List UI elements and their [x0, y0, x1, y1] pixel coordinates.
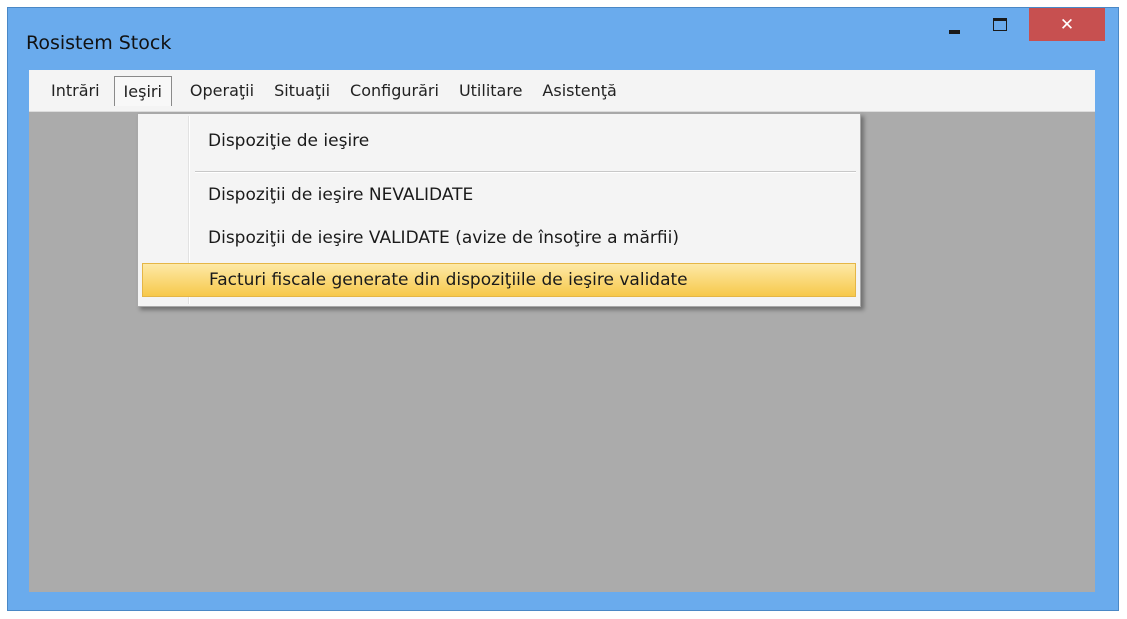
menu-configurari[interactable]: Configurări: [340, 75, 449, 106]
iesiri-dropdown-menu: Dispoziţie de ieşire Dispoziţii de ieşir…: [137, 113, 861, 307]
menu-item-dispozitie-iesire[interactable]: Dispoziţie de ieşire: [142, 124, 856, 158]
menu-utilitare[interactable]: Utilitare: [449, 75, 532, 106]
menu-situatii[interactable]: Situaţii: [264, 75, 340, 106]
maximize-icon: [993, 18, 1007, 31]
menu-separator: [195, 171, 856, 173]
menu-item-dispozitii-nevalidate[interactable]: Dispoziţii de ieşire NEVALIDATE: [142, 178, 856, 212]
menu-item-facturi-fiscale[interactable]: Facturi fiscale generate din dispoziţiil…: [142, 263, 856, 297]
menu-asistenta[interactable]: Asistenţă: [532, 75, 626, 106]
menu-bar: Intrări Ieşiri Operaţii Situaţii Configu…: [29, 70, 1095, 112]
menu-item-dispozitii-validate[interactable]: Dispoziţii de ieşire VALIDATE (avize de …: [142, 221, 856, 255]
menu-iesiri[interactable]: Ieşiri: [113, 75, 172, 106]
minimize-button[interactable]: [934, 8, 974, 41]
menu-operatii[interactable]: Operaţii: [180, 75, 264, 106]
title-bar[interactable]: Rosistem Stock ✕: [8, 8, 1118, 78]
maximize-button[interactable]: [980, 8, 1020, 41]
menu-intrari[interactable]: Intrări: [41, 75, 110, 106]
close-icon: ✕: [1059, 14, 1075, 35]
minimize-icon: [948, 29, 960, 34]
close-button[interactable]: ✕: [1029, 8, 1105, 41]
window-title: Rosistem Stock: [26, 32, 172, 54]
